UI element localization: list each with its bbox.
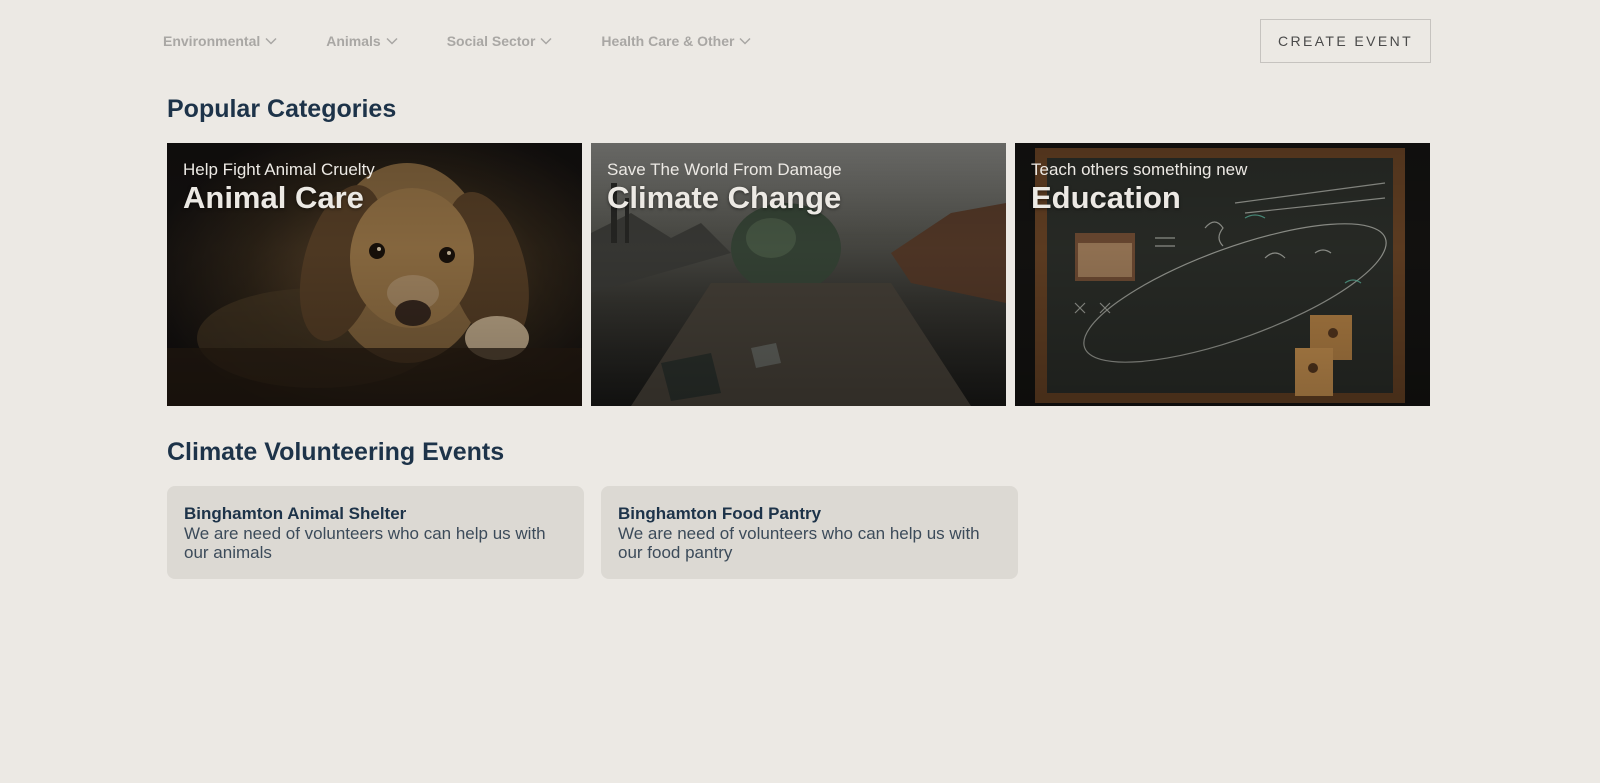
page: Environmental Animals Social Sector Heal…: [0, 0, 1600, 783]
chevron-down-icon: [540, 37, 552, 45]
card-subtitle: Teach others something new: [1031, 160, 1248, 179]
event-name: Binghamton Animal Shelter: [184, 504, 407, 523]
climate-events-heading: Climate Volunteering Events: [167, 438, 505, 466]
nav-item-animals[interactable]: Animals: [326, 30, 398, 52]
event-description: We are need of volunteers who can help u…: [184, 524, 546, 562]
nav-item-environmental[interactable]: Environmental: [163, 30, 278, 52]
event-card-animal-shelter[interactable]: Binghamton Animal Shelter We are need of…: [167, 486, 584, 579]
event-name: Binghamton Food Pantry: [618, 504, 822, 523]
chevron-down-icon: [739, 37, 751, 45]
category-card-education[interactable]: Teach others something new Education: [1015, 143, 1430, 406]
category-card-animal-care[interactable]: Help Fight Animal Cruelty Animal Care: [167, 143, 582, 406]
nav-item-label: Animals: [326, 33, 381, 49]
chevron-down-icon: [265, 37, 277, 45]
card-title: Education: [1031, 180, 1181, 215]
nav-item-label: Environmental: [163, 33, 261, 49]
nav-item-health-care[interactable]: Health Care & Other: [601, 30, 752, 52]
chevron-down-icon: [386, 37, 398, 45]
category-nav: Environmental Animals Social Sector Heal…: [163, 30, 752, 52]
create-event-button[interactable]: CREATE EVENT: [1260, 19, 1431, 63]
popular-categories-heading: Popular Categories: [167, 95, 397, 123]
nav-item-label: Health Care & Other: [601, 33, 735, 49]
card-title: Climate Change: [607, 180, 842, 215]
event-card-food-pantry[interactable]: Binghamton Food Pantry We are need of vo…: [601, 486, 1018, 579]
card-subtitle: Save The World From Damage: [607, 160, 842, 179]
nav-item-label: Social Sector: [446, 33, 536, 49]
category-card-climate-change[interactable]: Save The World From Damage Climate Chang…: [591, 143, 1006, 406]
card-subtitle: Help Fight Animal Cruelty: [183, 160, 375, 179]
category-cards: Help Fight Animal Cruelty Animal Care Sa…: [167, 143, 1430, 406]
card-title: Animal Care: [183, 180, 364, 215]
event-list: Binghamton Animal Shelter We are need of…: [167, 486, 1018, 579]
event-description: We are need of volunteers who can help u…: [618, 524, 980, 562]
nav-item-social-sector[interactable]: Social Sector: [447, 30, 554, 52]
